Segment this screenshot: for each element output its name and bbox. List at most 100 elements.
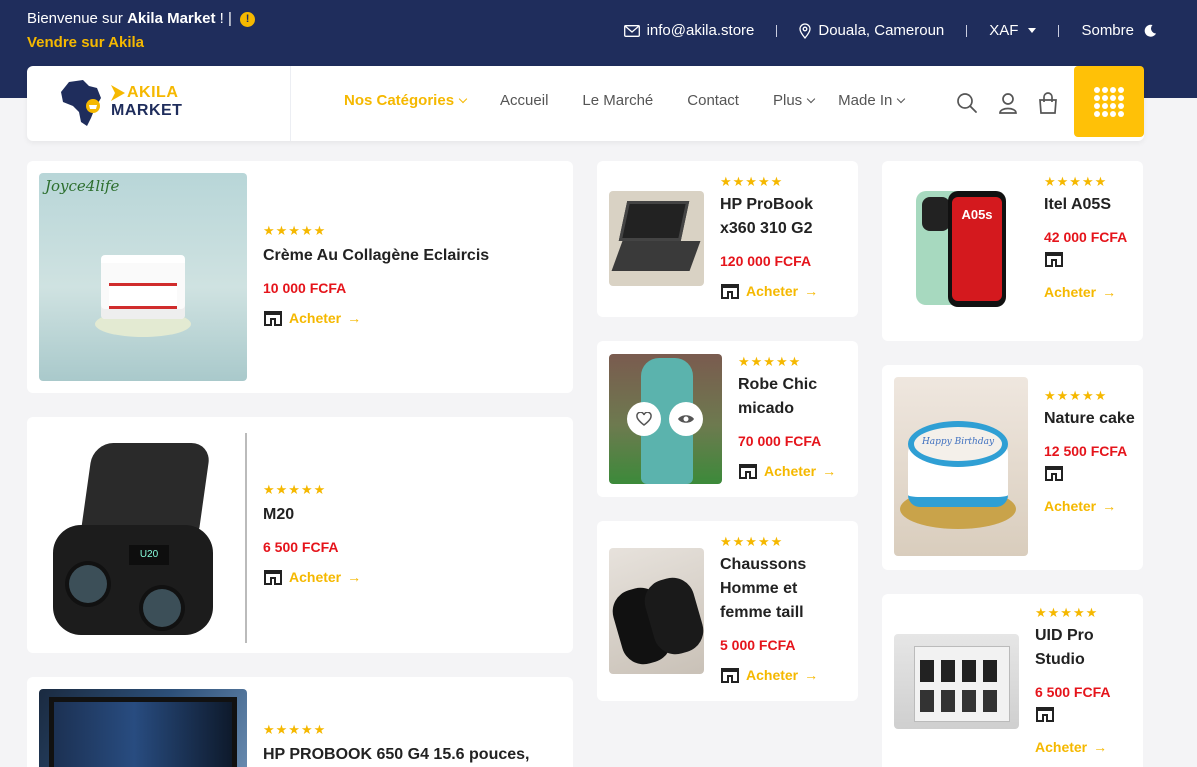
buy-button[interactable]: Acheter →	[263, 569, 361, 585]
nav-item-made-in[interactable]: Made In	[838, 92, 906, 109]
product-image[interactable]	[609, 548, 704, 674]
arrow-right-icon: →	[1102, 498, 1117, 514]
product-title[interactable]: Itel A05S	[1044, 193, 1138, 217]
product-image[interactable]: Joyce4life	[39, 173, 247, 381]
rating-stars: ★★★★★	[263, 223, 327, 238]
location-pin-icon	[799, 22, 812, 39]
nav-label: Made In	[838, 92, 893, 109]
sell-on-akila-link[interactable]: Vendre sur Akila	[27, 34, 144, 51]
welcome-message: Bienvenue sur Akila Market ! | !	[27, 10, 256, 27]
chevron-down-icon	[806, 94, 816, 104]
quick-view-button[interactable]	[669, 402, 703, 436]
buy-button[interactable]: Acheter →	[263, 310, 489, 326]
shop-icon	[739, 464, 757, 479]
user-icon[interactable]	[998, 92, 1018, 114]
product-title[interactable]: Chaussons Homme et femme taill	[720, 553, 850, 625]
product-info: ★★★★★ M20 6 500 FCFA Acheter →	[263, 483, 361, 585]
theme-toggle[interactable]: Sombre	[1081, 22, 1157, 39]
arrow-right-icon: →	[804, 283, 819, 299]
rating-stars: ★★★★★	[720, 534, 784, 549]
nav-item-contact[interactable]: Contact	[687, 92, 739, 109]
laptop-base	[611, 241, 701, 271]
product-info: ★★★★★ Itel A05S 42 000 FCFA Acheter →	[1044, 174, 1138, 301]
phone-screen: A05s	[952, 197, 1002, 301]
earbud-right	[143, 589, 181, 627]
product-image[interactable]: U20	[39, 433, 247, 643]
product-title[interactable]: M20	[263, 503, 361, 527]
buy-button[interactable]: Acheter →	[720, 283, 850, 299]
brand-label: Joyce4life	[45, 177, 120, 195]
nav-item-home[interactable]: Accueil	[500, 92, 548, 109]
africa-map-logo-icon	[61, 80, 101, 126]
product-info: ★★★★★ Robe Chic micado 70 000 FCFA Achet…	[738, 355, 850, 479]
cake-top: Happy Birthday	[908, 421, 1008, 467]
rating-stars: ★★★★★	[738, 354, 802, 369]
buy-label: Acheter	[1044, 498, 1097, 514]
apps-grid-button[interactable]	[1074, 66, 1144, 137]
location-link[interactable]: Douala, Cameroun	[799, 22, 944, 39]
product-title[interactable]: Robe Chic micado	[738, 373, 850, 421]
nav-label: Plus	[772, 92, 803, 109]
product-image[interactable]	[609, 354, 722, 484]
nav-item-market[interactable]: Le Marché	[582, 92, 653, 109]
heart-icon	[636, 412, 652, 426]
nav-label: Nos Catégories	[344, 92, 455, 109]
headphones-row-2	[920, 690, 1004, 712]
buy-button[interactable]: Acheter →	[1044, 498, 1138, 514]
buy-button[interactable]: Acheter →	[1044, 284, 1138, 300]
logo[interactable]: AKILA MARKET	[27, 66, 291, 141]
buy-button[interactable]: Acheter →	[720, 667, 850, 683]
buy-button[interactable]: Acheter →	[1035, 739, 1139, 755]
product-info: ★★★★★ HP ProBook x360 310 G2 120 000 FCF…	[720, 175, 850, 299]
buy-button[interactable]: Acheter →	[738, 463, 850, 479]
buy-label: Acheter	[764, 463, 817, 479]
product-price: 10 000 FCFA	[263, 280, 347, 296]
nav-item-categories[interactable]: Nos Catégories	[344, 92, 468, 109]
product-title[interactable]: UID Pro Studio	[1035, 624, 1139, 672]
rating-stars: ★★★★★	[263, 482, 327, 497]
product-image[interactable]: Happy Birthday	[894, 377, 1028, 556]
product-title[interactable]: Crème Au Collagène Eclaircis	[263, 244, 489, 268]
logo-arrow-icon	[111, 85, 125, 101]
email-link[interactable]: info@akila.store	[623, 22, 754, 39]
shop-icon	[264, 311, 282, 326]
rating-stars: ★★★★★	[1044, 174, 1108, 189]
info-icon[interactable]: !	[240, 12, 256, 27]
product-jar-label	[109, 283, 177, 309]
cart-icon[interactable]	[1038, 92, 1058, 114]
product-image[interactable]: A05s	[894, 181, 1028, 315]
shop-icon	[1045, 252, 1063, 267]
wishlist-button[interactable]	[627, 402, 661, 436]
product-info: ★★★★★ Chaussons Homme et femme taill 5 0…	[720, 535, 850, 683]
product-title[interactable]: HP ProBook x360 310 G2	[720, 193, 850, 241]
divider	[966, 24, 968, 37]
nav-label: Contact	[687, 92, 739, 109]
product-card-uid-pro-studio[interactable]: ★★★★★ UID Pro Studio 6 500 FCFA Acheter →	[882, 594, 1143, 767]
product-card-itel-a05s[interactable]: A05s ★★★★★ Itel A05S 42 000 FCFA Acheter…	[882, 161, 1143, 341]
product-card-m20[interactable]: U20 ★★★★★ M20 6 500 FCFA Acheter →	[27, 417, 573, 653]
product-card-hp-probook-x360[interactable]: ★★★★★ HP ProBook x360 310 G2 120 000 FCF…	[597, 161, 858, 317]
product-price: 5 000 FCFA	[720, 637, 796, 653]
product-title[interactable]: HP PROBOOK 650 G4 15.6 pouces,	[263, 743, 529, 767]
moon-icon	[1144, 24, 1156, 37]
screen-bezel	[49, 697, 237, 767]
shop-icon	[721, 284, 739, 299]
arrow-right-icon: →	[804, 667, 819, 683]
shop-icon	[721, 668, 739, 683]
product-card-nature-cake[interactable]: Happy Birthday ★★★★★ Nature cake 12 500 …	[882, 365, 1143, 570]
product-card-creme[interactable]: Joyce4life ★★★★★ Crème Au Collagène Ecla…	[27, 161, 573, 393]
product-image[interactable]	[39, 689, 247, 767]
product-card-chaussons[interactable]: ★★★★★ Chaussons Homme et femme taill 5 0…	[597, 521, 858, 701]
search-icon[interactable]	[956, 92, 978, 114]
product-title[interactable]: Nature cake	[1044, 407, 1138, 431]
product-image[interactable]	[894, 634, 1019, 729]
product-image[interactable]	[609, 191, 704, 286]
arrow-right-icon: →	[1093, 739, 1108, 755]
product-card-robe-chic[interactable]: ★★★★★ Robe Chic micado 70 000 FCFA Achet…	[597, 341, 858, 497]
shop-icon	[1045, 466, 1063, 481]
caret-down-icon	[1028, 28, 1037, 33]
product-card-hp-probook-650[interactable]: ★★★★★ HP PROBOOK 650 G4 15.6 pouces,	[27, 677, 573, 767]
currency-select[interactable]: XAF	[989, 22, 1037, 39]
mail-icon	[623, 24, 640, 37]
nav-item-more[interactable]: Plus	[772, 92, 816, 109]
